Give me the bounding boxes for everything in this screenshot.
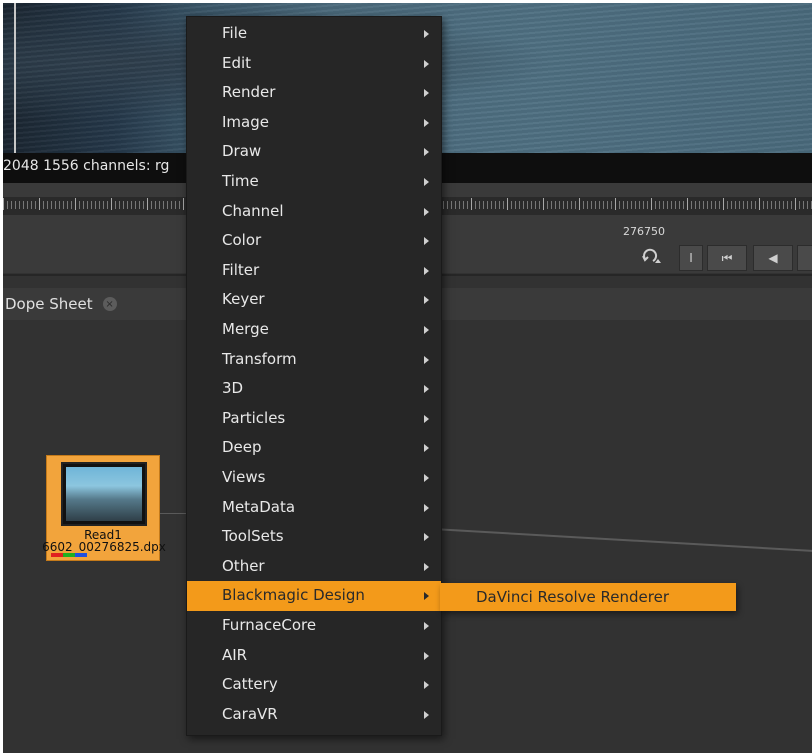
menu-item-label: Channel	[222, 201, 284, 220]
menu-item-toolsets[interactable]: ToolSets	[187, 522, 441, 552]
menu-item-caravr[interactable]: CaraVR	[187, 700, 441, 730]
menu-item-davinci-resolve-renderer[interactable]: DaVinci Resolve Renderer	[476, 583, 669, 611]
submenu-arrow-icon	[424, 326, 429, 334]
close-tab-icon[interactable]: ×	[102, 297, 117, 311]
submenu-arrow-icon	[424, 355, 429, 364]
menu-item-filter[interactable]: Filter	[187, 256, 441, 286]
in-point-button[interactable]: I	[679, 245, 703, 271]
menu-item-metadata[interactable]: MetaData	[187, 493, 441, 523]
submenu-arrow-icon	[424, 533, 429, 542]
menu-item-other[interactable]: Other	[187, 552, 441, 582]
blackmagic-submenu: DaVinci Resolve Renderer	[440, 583, 736, 611]
menu-item-deep[interactable]: Deep	[187, 433, 441, 463]
menu-item-label: Transform	[222, 349, 297, 368]
submenu-arrow-icon	[424, 592, 429, 601]
menu-item-file[interactable]: File	[187, 19, 441, 49]
menu-item-furnacecore[interactable]: FurnaceCore	[187, 611, 441, 641]
menu-item-image[interactable]: Image	[187, 108, 441, 138]
first-frame-button[interactable]: ⏮	[707, 245, 747, 271]
menu-item-label: Merge	[222, 320, 269, 338]
tab-dope-sheet[interactable]: Dope Sheet ×	[3, 288, 117, 320]
read-node-thumbnail-frame	[61, 462, 147, 526]
menu-item-air[interactable]: AIR	[187, 641, 441, 671]
green-channel-swatch	[63, 553, 75, 557]
read-node-thumbnail	[66, 467, 142, 521]
submenu-arrow-icon	[424, 474, 429, 482]
node-connection-line	[158, 513, 188, 514]
current-frame-number: 276750	[623, 225, 665, 238]
submenu-arrow-icon	[424, 237, 429, 246]
menu-item-edit[interactable]: Edit	[187, 49, 441, 79]
submenu-arrow-icon	[424, 89, 429, 98]
read-node[interactable]: Read1 6602_00276825.dpx	[42, 455, 166, 561]
menu-item-label: Blackmagic Design	[222, 586, 365, 605]
menu-item-label: Color	[222, 231, 262, 250]
submenu-arrow-icon	[424, 266, 429, 275]
play-backward-button[interactable]	[797, 245, 812, 271]
menu-item-label: CaraVR	[222, 704, 278, 723]
menu-item-label: ToolSets	[222, 527, 284, 546]
menu-item-keyer[interactable]: Keyer	[187, 285, 441, 315]
menu-item-transform[interactable]: Transform	[187, 345, 441, 375]
viewer-info-text: 2048 1556 channels: rg	[3, 158, 170, 174]
menu-item-label: Other	[222, 556, 265, 575]
menu-item-label: Particles	[222, 408, 286, 427]
submenu-arrow-icon	[424, 59, 429, 68]
submenu-arrow-icon	[424, 651, 429, 660]
menu-item-label: AIR	[222, 645, 248, 664]
submenu-arrow-icon	[424, 444, 429, 453]
menu-item-label: MetaData	[222, 497, 296, 516]
menu-item-color[interactable]: Color	[187, 226, 441, 256]
menu-item-draw[interactable]: Draw	[187, 137, 441, 167]
viewer-guide-line	[14, 3, 16, 153]
submenu-arrow-icon	[424, 178, 429, 186]
red-channel-swatch	[51, 553, 63, 557]
menu-item-3d[interactable]: 3D	[187, 374, 441, 404]
menu-item-merge[interactable]: Merge	[187, 315, 441, 345]
submenu-arrow-icon	[424, 622, 429, 630]
menu-item-label: Image	[222, 112, 269, 131]
menu-item-label: FurnaceCore	[222, 616, 317, 634]
submenu-arrow-icon	[424, 710, 429, 719]
prev-keyframe-button[interactable]: ◀	[753, 245, 793, 271]
menu-item-label: Time	[222, 172, 259, 190]
blue-channel-swatch	[75, 553, 87, 557]
submenu-arrow-icon	[424, 207, 429, 216]
menu-item-label: Keyer	[222, 290, 265, 309]
loop-mode-icon[interactable]	[639, 247, 665, 267]
read-node-filename: 6602_00276825.dpx	[42, 540, 166, 554]
menu-item-label: Edit	[222, 53, 252, 72]
submenu-arrow-icon	[424, 562, 429, 571]
menu-item-label: Draw	[222, 142, 262, 161]
menu-item-label: Filter	[222, 260, 260, 279]
dope-sheet-tab-label: Dope Sheet	[5, 295, 93, 313]
menu-item-label: File	[222, 24, 248, 42]
menu-item-views[interactable]: Views	[187, 463, 441, 493]
menu-item-render[interactable]: Render	[187, 78, 441, 108]
submenu-arrow-icon	[424, 385, 429, 394]
menu-item-label: Deep	[222, 438, 262, 457]
menu-item-channel[interactable]: Channel	[187, 197, 441, 227]
submenu-arrow-icon	[424, 503, 429, 512]
submenu-arrow-icon	[424, 30, 429, 38]
nuke-app-window: 2048 1556 channels: rg 276750 I ⏮ ◀ Dope…	[3, 3, 812, 753]
menu-item-label: 3D	[222, 379, 244, 398]
submenu-arrow-icon	[424, 681, 429, 690]
menu-item-label: Views	[222, 468, 266, 486]
menu-item-particles[interactable]: Particles	[187, 404, 441, 434]
submenu-arrow-icon	[424, 296, 429, 305]
channel-indicator	[51, 553, 87, 557]
submenu-arrow-icon	[424, 148, 429, 157]
menu-item-blackmagic-design[interactable]: Blackmagic Design	[187, 581, 441, 611]
node-context-menu: File Edit Render Image Draw Time Channel Color F…	[186, 16, 442, 736]
menu-item-label: Cattery	[222, 675, 278, 694]
menu-item-label: Render	[222, 83, 276, 102]
submenu-arrow-icon	[424, 414, 429, 423]
menu-item-time[interactable]: Time	[187, 167, 441, 197]
menu-item-cattery[interactable]: Cattery	[187, 670, 441, 700]
submenu-arrow-icon	[424, 118, 429, 127]
